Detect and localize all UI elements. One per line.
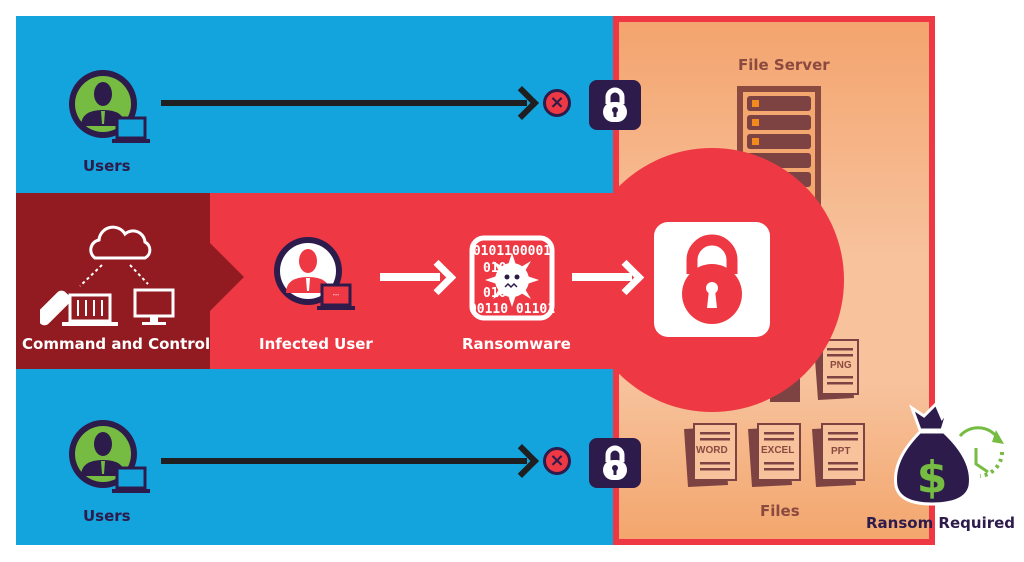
users-top-label: Users (83, 157, 131, 175)
command-control-label: Command and Control (22, 335, 211, 353)
blocked-x-icon: × (543, 447, 571, 475)
chevron-right-icon (210, 243, 244, 311)
user-with-laptop-icon (67, 416, 153, 506)
money-bag-clock-icon: $ (890, 400, 1010, 514)
file-ppt-icon: PPT (812, 423, 868, 493)
padlock-icon (654, 222, 770, 337)
file-type-png: PNG (830, 360, 852, 371)
ransomware-label: Ransomware (462, 335, 571, 353)
infected-user-icon: ᵔᵔ (272, 233, 362, 327)
virus-binary-icon: 0101100001 00110 01101 010 010 (469, 235, 555, 325)
locked-padlock-icon-bottom (589, 438, 641, 488)
file-excel-icon: EXCEL (748, 423, 804, 493)
blocked-connection-line-top (161, 100, 527, 106)
svg-text:ᵔᵔ: ᵔᵔ (333, 292, 340, 301)
file-type-word: WORD (696, 445, 728, 456)
blocked-connection-line-bottom (161, 458, 527, 464)
files-label: Files (760, 502, 800, 520)
user-with-laptop-icon (67, 66, 153, 156)
file-server-label: File Server (738, 56, 830, 74)
file-type-ppt: PPT (831, 446, 851, 457)
file-word-icon: WORD (684, 423, 740, 493)
file-type-excel: EXCEL (761, 445, 795, 456)
infected-user-label: Infected User (259, 335, 373, 353)
blocked-x-icon: × (543, 89, 571, 117)
ransom-required-label: Ransom Required (866, 514, 1016, 532)
dollar-sign: $ (917, 452, 948, 503)
users-bottom-label: Users (83, 507, 131, 525)
locked-padlock-icon-top (589, 80, 641, 130)
cloud-remote-devices-icon (35, 220, 190, 334)
